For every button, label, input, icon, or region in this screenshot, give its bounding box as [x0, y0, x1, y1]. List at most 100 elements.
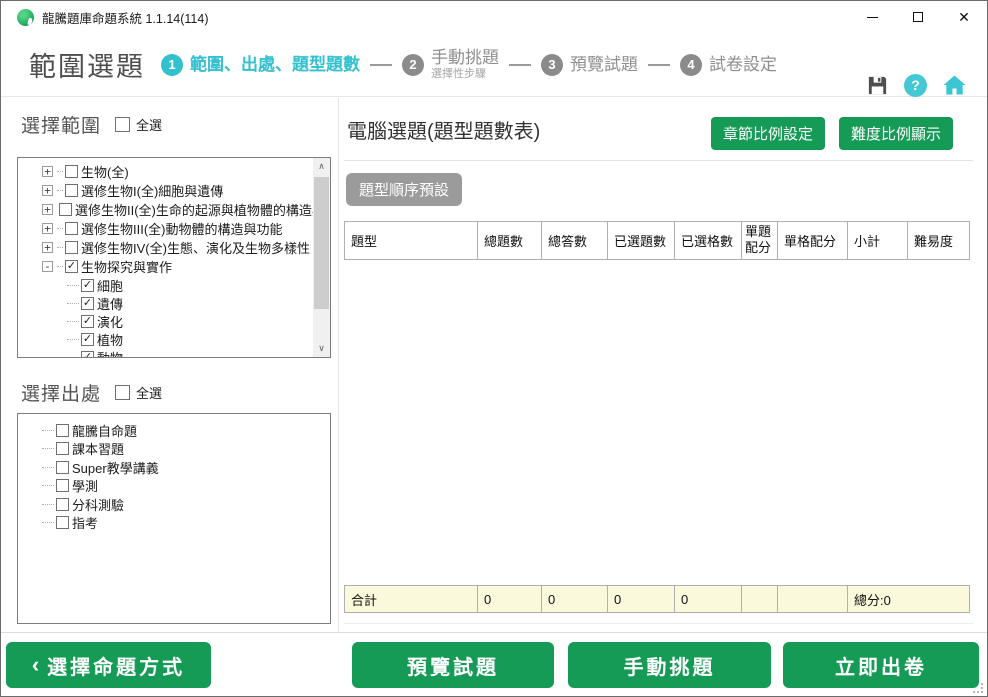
panel-bottom-border [344, 623, 973, 624]
chapter-ratio-button[interactable]: 章節比例設定 [711, 117, 825, 150]
scrollbar-thumb[interactable] [314, 177, 329, 309]
step-2-circle: 2 [402, 54, 424, 76]
tree-item[interactable]: + 選修生物III(全)動物體的構造與功能 [18, 219, 330, 238]
tree-item-child[interactable]: ✓ 動物 [18, 348, 330, 358]
tree-connector [67, 285, 79, 286]
source-item[interactable]: Super教學講義 [18, 458, 330, 477]
step-4-label: 試卷設定 [709, 55, 777, 75]
tree-connector [67, 321, 79, 322]
total-score-value: 總分:0 [848, 586, 970, 613]
maximize-button[interactable] [895, 1, 941, 33]
checkbox[interactable] [56, 461, 69, 474]
save-icon[interactable] [866, 74, 889, 97]
source-item[interactable]: 指考 [18, 514, 330, 533]
tree-connector [42, 448, 54, 449]
home-icon[interactable] [942, 73, 967, 97]
app-title: 龍騰題庫命題系統 1.1.14(114) [42, 8, 208, 27]
checkbox[interactable]: ✓ [81, 315, 94, 328]
expander-glyph: + [44, 223, 51, 234]
step-2-manual-pick[interactable]: 2 手動挑題 選擇性步驟 [402, 48, 499, 80]
step-1-circle: 1 [161, 54, 183, 76]
step-2-sublabel: 選擇性步驟 [431, 68, 499, 81]
source-label: 課本習題 [72, 439, 124, 458]
source-item[interactable]: 龍騰自命題 [18, 421, 330, 440]
step-4-paper-settings[interactable]: 4 試卷設定 [680, 54, 777, 76]
panel-divider [338, 98, 339, 632]
tree-scrollbar[interactable]: ∧ ∨ [313, 158, 330, 357]
checkbox[interactable] [56, 442, 69, 455]
range-title: 選擇範圍 [21, 111, 101, 138]
range-select-all-checkbox[interactable] [115, 117, 130, 132]
tree-connector [57, 190, 63, 191]
scroll-up-icon[interactable]: ∧ [313, 158, 330, 175]
step-3-label: 預覽試題 [570, 55, 638, 75]
checkbox[interactable]: ✓ [81, 333, 94, 346]
checkbox[interactable] [56, 479, 69, 492]
checkbox[interactable] [59, 203, 72, 216]
close-button[interactable]: ✕ [941, 1, 987, 33]
tree-connector [42, 485, 54, 486]
source-item[interactable]: 分科測驗 [18, 495, 330, 514]
page-header: 範圍選題 1 範圍、出處、題型題數 2 手動挑題 選擇性步驟 3 預覽試題 4 [1, 33, 987, 97]
expand-icon[interactable]: + [42, 223, 53, 234]
tree-item-child[interactable]: ✓ 植物 [18, 330, 330, 348]
tree-connector [67, 357, 79, 358]
checkbox[interactable] [65, 184, 78, 197]
generate-paper-button[interactable]: 立即出卷 [783, 642, 979, 688]
help-glyph: ? [911, 77, 920, 93]
titlebar: 龍騰題庫命題系統 1.1.14(114) ✕ [1, 1, 987, 33]
checkbox[interactable] [65, 222, 78, 235]
tree-item[interactable]: + 選修生物I(全)細胞與遺傳 [18, 181, 330, 200]
checkbox[interactable] [65, 241, 78, 254]
expand-icon[interactable]: + [42, 204, 53, 215]
tree-item[interactable]: + 生物(全) [18, 162, 330, 181]
col-difficulty: 難易度 [908, 222, 970, 260]
tree-connector [57, 171, 63, 172]
scroll-down-icon[interactable]: ∨ [313, 340, 330, 357]
checkbox[interactable] [56, 424, 69, 437]
question-type-order-preset-button[interactable]: 題型順序預設 [346, 173, 462, 206]
expand-icon[interactable]: + [42, 166, 53, 177]
tree-item[interactable]: + 選修生物II(全)生命的起源與植物體的構造與功能 [18, 200, 330, 219]
back-to-method-button[interactable]: ‹ 選擇命題方式 [6, 642, 211, 688]
source-label: 龍騰自命題 [72, 421, 137, 440]
source-item[interactable]: 學測 [18, 477, 330, 496]
collapse-icon[interactable]: - [42, 261, 53, 272]
question-type-table: 題型 總題數 總答數 已選題數 已選格數 單題配分 單格配分 小計 難易度 合計… [344, 221, 969, 613]
empty-cell [742, 586, 778, 613]
expand-icon[interactable]: + [42, 242, 53, 253]
tree-item-child[interactable]: ✓ 演化 [18, 312, 330, 330]
tree-item[interactable]: - ✓ 生物探究與實作 [18, 257, 330, 276]
step-3-preview[interactable]: 3 預覽試題 [541, 54, 638, 76]
source-item[interactable]: 課本習題 [18, 440, 330, 459]
checkbox[interactable] [56, 516, 69, 529]
col-points-per-question: 單題配分 [742, 222, 778, 260]
help-icon[interactable]: ? [904, 74, 927, 97]
col-total-questions: 總題數 [478, 222, 542, 260]
section-divider [344, 160, 973, 161]
app-logo-icon [17, 9, 34, 26]
selected-cells-value: 0 [675, 586, 742, 613]
minimize-button[interactable] [849, 1, 895, 33]
resize-grip[interactable] [973, 683, 983, 693]
checkbox[interactable] [65, 165, 78, 178]
checkbox[interactable]: ✓ [65, 260, 78, 273]
source-select-all-checkbox[interactable] [115, 385, 130, 400]
minimize-icon [867, 17, 878, 18]
tree-item[interactable]: + 選修生物IV(全)生態、演化及生物多樣性 [18, 238, 330, 257]
tree-label: 選修生物I(全)細胞與遺傳 [81, 181, 223, 200]
step-1-range[interactable]: 1 範圍、出處、題型題數 [161, 54, 360, 76]
expander-glyph: + [44, 185, 51, 196]
tree-item-child[interactable]: ✓ 細胞 [18, 276, 330, 294]
checkbox[interactable]: ✓ [81, 351, 94, 359]
checkbox[interactable]: ✓ [81, 297, 94, 310]
back-button-label: 選擇命題方式 [47, 651, 185, 680]
checkbox[interactable]: ✓ [81, 279, 94, 292]
expand-icon[interactable]: + [42, 185, 53, 196]
manual-pick-button[interactable]: 手動挑題 [568, 642, 771, 688]
difficulty-ratio-button[interactable]: 難度比例顯示 [839, 117, 953, 150]
preview-questions-button[interactable]: 預覽試題 [352, 642, 554, 688]
step-4-circle: 4 [680, 54, 702, 76]
checkbox[interactable] [56, 498, 69, 511]
tree-item-child[interactable]: ✓ 遺傳 [18, 294, 330, 312]
